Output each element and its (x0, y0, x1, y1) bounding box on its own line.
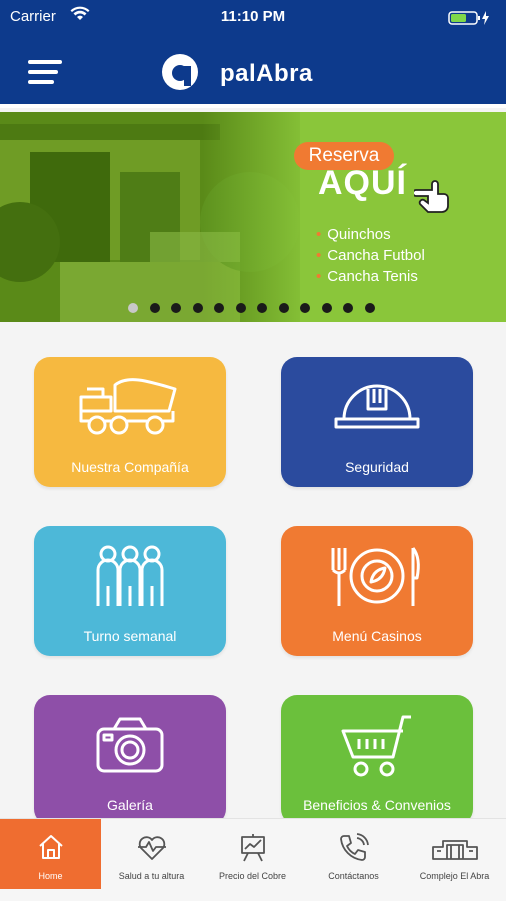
tile-label: Menú Casinos (332, 628, 422, 644)
banner-headline: AQUÍ (318, 164, 407, 202)
carousel-dot[interactable] (257, 303, 267, 313)
dump-truck-icon (79, 378, 177, 435)
carousel-dot[interactable] (235, 303, 246, 313)
tab-complejo-el-abra[interactable]: Complejo El Abra (404, 819, 505, 889)
hard-hat-icon (334, 384, 420, 429)
tile-turno-semanal[interactable]: Turno semanal (34, 526, 226, 656)
heart-pulse-icon (137, 836, 166, 860)
tile-menu-casinos[interactable]: Menú Casinos (281, 526, 473, 656)
tile-nuestra-compania[interactable]: Nuestra Compañía (34, 357, 226, 487)
app-title: palAbra (220, 60, 313, 87)
building-icon (431, 840, 478, 860)
tab-label: Salud a tu altura (118, 871, 185, 881)
hamburger-menu-icon[interactable] (28, 58, 64, 86)
tile-label: Seguridad (345, 459, 409, 475)
tab-label: Complejo El Abra (419, 871, 490, 881)
tile-beneficios-convenios[interactable]: Beneficios & Convenios (281, 695, 473, 825)
status-bar: Carrier 11:10 PM (0, 0, 506, 40)
tab-precio-cobre[interactable]: Precio del Cobre (202, 819, 303, 889)
carousel-dot[interactable] (171, 303, 181, 313)
carousel-dot[interactable] (128, 303, 138, 313)
people-group-icon (96, 545, 164, 606)
status-time: 11:10 PM (220, 8, 286, 25)
tile-galeria[interactable]: Galería (34, 695, 226, 825)
chart-board-icon (240, 834, 265, 862)
tab-label: Home (38, 871, 63, 881)
phone-icon (339, 833, 369, 861)
camera-icon (96, 717, 164, 773)
banner-item: • Cancha Futbol (316, 247, 425, 264)
banner-item: • Cancha Tenis (316, 268, 418, 285)
carousel-dot[interactable] (364, 303, 375, 313)
carousel-dot[interactable] (192, 303, 203, 313)
carousel-dot[interactable] (343, 303, 353, 313)
banner-item: • Quinchos (316, 226, 391, 243)
carousel-dot[interactable] (149, 303, 160, 313)
battery-icon (448, 10, 492, 31)
home-icon (38, 835, 63, 859)
tab-salud[interactable]: Salud a tu altura (101, 819, 202, 889)
tile-label: Galería (107, 797, 153, 813)
app-header: palAbra (0, 40, 506, 108)
tab-label: Precio del Cobre (218, 871, 287, 881)
carousel-dot[interactable] (321, 303, 332, 313)
plate-cutlery-icon (331, 547, 420, 606)
pointing-hand-icon (412, 180, 458, 219)
tile-label: Beneficios & Convenios (303, 797, 451, 813)
tile-seguridad[interactable]: Seguridad (281, 357, 473, 487)
tile-label: Nuestra Compañía (71, 459, 189, 475)
carousel-dot[interactable] (214, 303, 224, 313)
palabra-logo-icon (160, 52, 200, 97)
tab-label: Contáctanos (328, 871, 379, 881)
carousel-dot[interactable] (278, 303, 289, 313)
tab-home[interactable]: Home (0, 819, 101, 889)
bottom-tab-bar: Home Salud a tu altura Precio del Cobre … (0, 818, 506, 901)
tab-contactanos[interactable]: Contáctanos (303, 819, 404, 889)
shopping-cart-icon (341, 715, 411, 777)
tile-label: Turno semanal (83, 628, 177, 644)
carousel-dot[interactable] (300, 303, 310, 313)
